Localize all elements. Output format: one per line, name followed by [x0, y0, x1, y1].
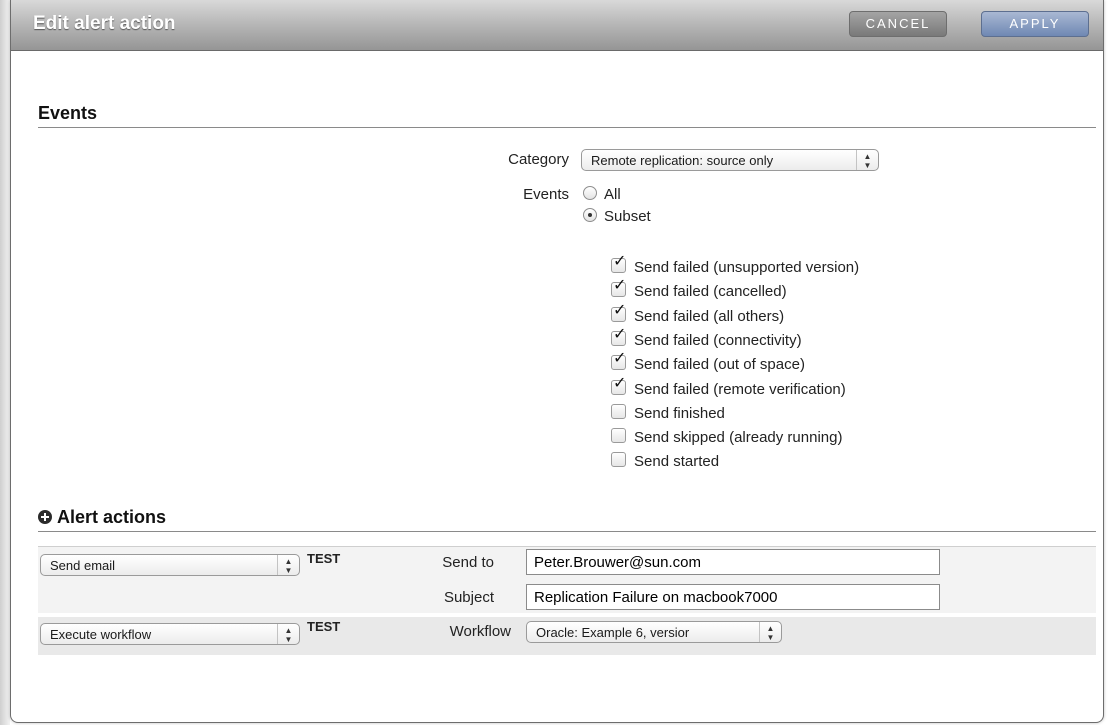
event-checkbox-item[interactable]: ✓ Send failed (cancelled): [611, 278, 787, 301]
test-email-button[interactable]: TEST: [307, 551, 340, 566]
checkbox-checked-icon: ✓: [611, 278, 626, 298]
event-checkbox-item[interactable]: Send finished: [611, 403, 725, 422]
test-workflow-button[interactable]: TEST: [307, 619, 340, 634]
checkbox-checked-icon: ✓: [611, 375, 626, 395]
checkbox-empty-icon: [611, 428, 626, 444]
radio-subset[interactable]: Subset: [583, 208, 651, 225]
event-checkbox-label: Send failed (cancelled): [634, 283, 787, 301]
events-divider: [38, 127, 1096, 128]
category-select[interactable]: Remote replication: source only ▲ ▼: [581, 149, 879, 171]
event-checkbox-label: Send failed (remote verification): [634, 380, 846, 398]
event-checkbox-item[interactable]: Send skipped (already running): [611, 428, 842, 446]
events-section-title: Events: [38, 103, 98, 123]
action-type-value: Execute workflow: [50, 627, 152, 642]
subject-field[interactable]: [526, 584, 940, 610]
workflow-label: Workflow: [449, 623, 511, 640]
checkbox-checked-icon: ✓: [611, 326, 626, 346]
checkbox-checked-icon: ✓: [611, 302, 626, 322]
workflow-select-value: Oracle: Example 6, versior: [536, 625, 690, 640]
background-window-edge: [0, 0, 10, 725]
send-to-label: Send to: [442, 554, 494, 571]
event-checkbox-item[interactable]: ✓ Send failed (unsupported version): [611, 254, 860, 276]
category-label: Category: [508, 151, 569, 168]
checkbox-checked-icon: ✓: [611, 254, 626, 273]
event-checkbox-item[interactable]: ✓ Send failed (out of space): [611, 351, 805, 374]
alert-actions-title-text: Alert actions: [57, 507, 167, 527]
send-to-field[interactable]: [526, 549, 940, 575]
checkmark-icon: ✓: [613, 350, 627, 368]
event-checkbox-item[interactable]: ✓ Send failed (connectivity): [611, 326, 802, 349]
checkmark-icon: ✓: [613, 374, 627, 392]
updown-arrows-icon: ▲ ▼: [856, 150, 878, 170]
action-type-value: Send email: [50, 558, 116, 573]
event-checkbox-label: Send failed (unsupported version): [634, 259, 860, 276]
alert-actions-table: Send email ▲▼ TEST Send to Subject Execu…: [38, 546, 1096, 655]
updown-arrows-icon: ▲ ▼: [759, 622, 781, 642]
action-row-execute-workflow: Execute workflow ▲ ▼ TEST Workflow Oracle…: [38, 617, 1096, 655]
updown-arrows-icon: ▲ ▼: [277, 624, 299, 644]
radio-circle-icon: [583, 186, 597, 200]
radio-all[interactable]: All: [583, 186, 621, 203]
plus-circle-icon[interactable]: [38, 510, 52, 524]
action-row-send-email: Send email ▲▼ TEST Send to Subject: [38, 547, 1096, 613]
apply-button[interactable]: APPLY: [981, 11, 1089, 37]
checkmark-icon: ✓: [613, 253, 627, 270]
dialog-title: Edit alert action: [33, 13, 176, 34]
event-checkbox-label: Send skipped (already running): [634, 429, 843, 447]
checkmark-icon: ✓: [613, 301, 627, 319]
radio-subset-label: Subset: [604, 208, 651, 225]
checkmark-icon: ✓: [613, 277, 627, 295]
dialog-titlebar: Edit alert action CANCEL APPLY: [11, 0, 1103, 51]
checkbox-empty-icon: [611, 403, 626, 419]
checkbox-empty-icon: [611, 452, 626, 468]
workflow-select[interactable]: Oracle: Example 6, versior ▲ ▼: [526, 621, 782, 643]
cancel-button[interactable]: CANCEL: [849, 11, 947, 37]
event-checkbox-item[interactable]: Send started: [611, 452, 719, 470]
event-checkbox-label: Send failed (connectivity): [634, 331, 802, 349]
events-label: Events: [523, 186, 569, 203]
event-checkbox-label: Send failed (out of space): [634, 356, 805, 374]
action-type-select-workflow[interactable]: Execute workflow ▲ ▼: [40, 623, 300, 645]
event-checkbox-item[interactable]: ✓ Send failed (all others): [611, 302, 785, 325]
checkmark-icon: ✓: [613, 325, 627, 343]
edit-alert-action-dialog: Edit alert action CANCEL APPLY Events Ca…: [10, 0, 1104, 723]
event-checkbox-item[interactable]: ✓ Send failed (remote verification): [611, 375, 846, 398]
event-checkbox-label: Send failed (all others): [634, 307, 785, 325]
radio-selected-icon: [583, 208, 597, 222]
radio-all-label: All: [604, 186, 621, 203]
action-type-select-email[interactable]: Send email ▲ ▼: [40, 554, 300, 576]
event-checkbox-label: Send started: [634, 453, 720, 471]
category-select-value: Remote replication: source only: [591, 153, 774, 168]
subject-label: Subject: [443, 589, 494, 606]
alert-actions-divider: [38, 531, 1096, 532]
event-checkbox-label: Send finished: [634, 404, 725, 422]
checkbox-checked-icon: ✓: [611, 351, 626, 371]
updown-arrows-icon: ▲ ▼: [277, 555, 299, 575]
alert-actions-title: Alert actions: [38, 507, 166, 528]
